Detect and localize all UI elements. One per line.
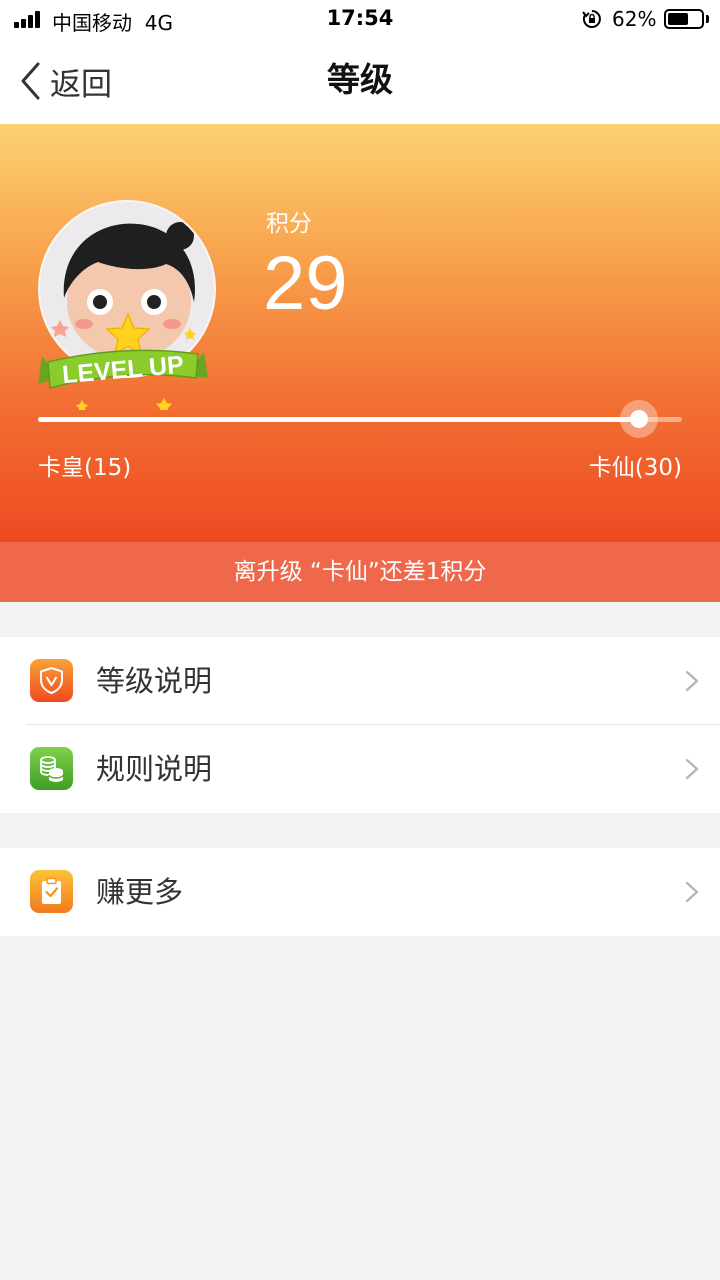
level-progress-bar: [38, 400, 682, 438]
level-up-badge: LEVEL UP: [38, 349, 208, 410]
coins-icon: [30, 747, 73, 790]
rotation-lock-icon: [582, 10, 601, 28]
menu-item-label: 赚更多: [96, 875, 184, 909]
back-button[interactable]: 返回: [18, 58, 112, 104]
menu-item-label: 规则说明: [96, 752, 213, 786]
level-up-notice: 离升级 “卡仙”还差1积分: [0, 542, 720, 602]
menu-item-earn-more[interactable]: 赚更多: [0, 848, 720, 936]
navigation-bar: 等级 返回: [0, 40, 720, 124]
status-bar: 中国移动 4G 17:54 62%: [0, 0, 720, 40]
menu-item-label: 等级说明: [96, 664, 213, 698]
battery-percentage: 62%: [612, 7, 657, 31]
chevron-right-icon: [685, 670, 699, 692]
points-value: 29: [263, 241, 348, 326]
back-label: 返回: [50, 66, 112, 103]
progress-knob: [630, 410, 648, 428]
chevron-left-icon: [21, 62, 40, 100]
chevron-right-icon: [685, 881, 699, 903]
menu-item-level-description[interactable]: 等级说明: [0, 637, 720, 725]
menu-group-earn: 赚更多: [0, 848, 720, 936]
progress-fill: [38, 417, 639, 422]
level-hero-card: LEVEL UP 积分 29 卡皇(15) 卡仙(30): [0, 124, 720, 542]
menu-item-rules-description[interactable]: 规则说明: [0, 725, 720, 813]
menu-group-info: 等级说明 规则说明: [0, 637, 720, 813]
shield-icon: [30, 659, 73, 702]
next-level-label: 卡仙(30): [588, 455, 682, 481]
battery-nub: [706, 15, 709, 23]
clipboard-icon: [30, 870, 73, 913]
battery-icon: [664, 9, 704, 29]
avatar: LEVEL UP: [38, 200, 216, 410]
chevron-right-icon: [685, 758, 699, 780]
points-label: 积分: [266, 211, 312, 237]
current-level-label: 卡皇(15): [38, 455, 132, 481]
